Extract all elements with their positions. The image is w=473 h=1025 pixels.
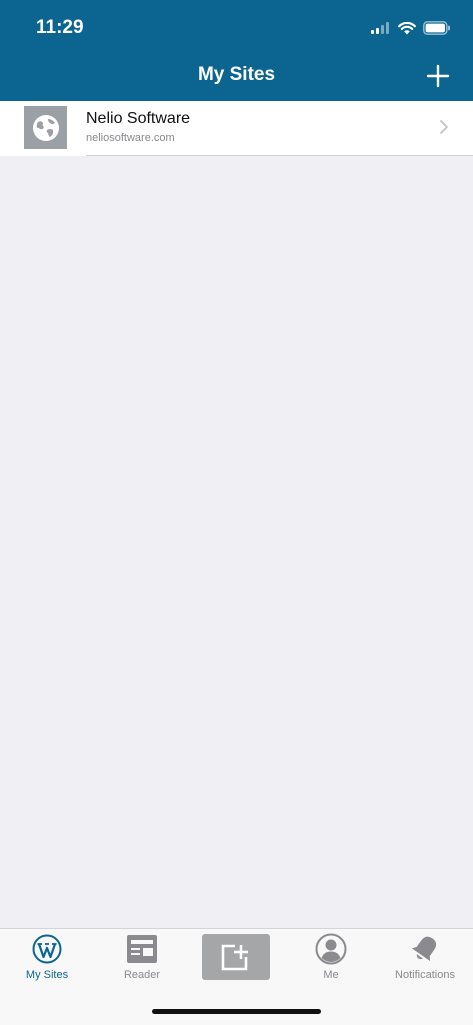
home-indicator <box>152 1009 321 1014</box>
tab-me[interactable]: Me <box>284 933 378 989</box>
signal-icon <box>371 22 389 34</box>
reader-icon <box>127 935 157 963</box>
me-icon <box>315 933 347 965</box>
site-name: Nelio Software <box>86 110 191 127</box>
header: 11:29 My Sites <box>0 0 473 101</box>
add-site-button[interactable] <box>425 63 451 89</box>
tab-label: Reader <box>123 969 161 981</box>
site-url: neliosoftware.com <box>86 132 175 144</box>
globe-icon <box>32 114 59 141</box>
status-icons <box>371 19 451 37</box>
site-row[interactable]: Nelio Software neliosoftware.com <box>0 101 473 156</box>
divider <box>86 155 473 156</box>
tab-notifications[interactable]: Notifications <box>378 933 472 989</box>
tab-label: Notifications <box>395 969 455 981</box>
battery-icon <box>423 21 450 35</box>
wifi-icon <box>398 21 416 34</box>
status-time: 11:29 <box>36 17 84 38</box>
plus-icon <box>426 64 450 88</box>
notifications-bell-icon <box>411 936 437 962</box>
page-title: My Sites <box>197 64 276 85</box>
chevron-right-icon <box>440 120 448 134</box>
tab-reader[interactable]: Reader <box>95 933 189 989</box>
tab-my-sites[interactable]: My Sites <box>0 933 94 989</box>
write-post-button[interactable] <box>202 934 270 980</box>
write-post-icon <box>221 944 248 971</box>
tab-label: My Sites <box>25 969 69 981</box>
wordpress-icon <box>32 934 62 964</box>
site-icon <box>24 106 67 149</box>
tab-label: Me <box>323 969 339 981</box>
